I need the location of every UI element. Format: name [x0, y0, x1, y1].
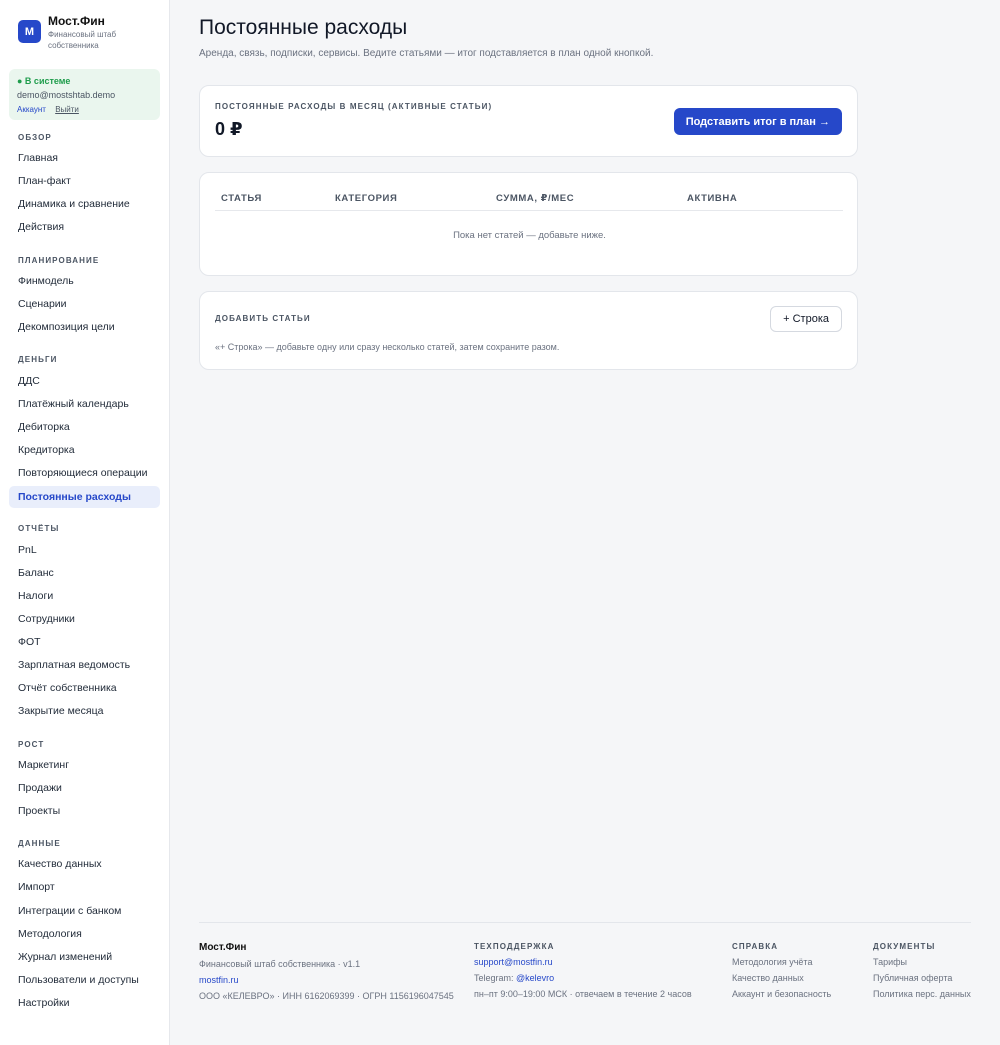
- footer-support-title: Техподдержка: [474, 942, 555, 951]
- add-items-hint: «+ Строка» — добавьте одну или сразу нес…: [215, 342, 560, 352]
- sidebar-item-marketing[interactable]: Маркетинг: [9, 754, 160, 776]
- footer-link-privacy-policy[interactable]: Политика перс. данных: [873, 989, 971, 1000]
- column-header-category[interactable]: Категория: [335, 193, 397, 204]
- sidebar-item-taxes[interactable]: Налоги: [9, 585, 160, 607]
- empty-state-message: Пока нет статей — добавьте ниже.: [453, 230, 606, 241]
- sidebar-item-payroll-sheet[interactable]: Зарплатная ведомость: [9, 654, 160, 676]
- nav-section-growth: Рост: [18, 740, 45, 749]
- footer-divider: [199, 922, 971, 923]
- support-hours: пн–пт 9:00–19:00 МСК · отвечаем в течени…: [474, 989, 692, 999]
- session-status: ● В системе: [17, 76, 71, 86]
- sidebar-item-dynamics[interactable]: Динамика и сравнение: [9, 193, 160, 215]
- footer-site-link[interactable]: mostfin.ru: [199, 975, 454, 986]
- sidebar-item-methodology[interactable]: Методология: [9, 923, 160, 945]
- page-title: Постоянные расходы: [199, 16, 408, 39]
- footer-brand-name: Мост.Фин: [199, 942, 247, 953]
- sidebar-item-bank-integrations[interactable]: Интеграции с банком: [9, 900, 160, 922]
- sidebar-item-month-close[interactable]: Закрытие месяца: [9, 700, 160, 722]
- footer-link-methodology[interactable]: Методология учёта: [732, 957, 831, 968]
- footer-docs-column: Документы Тарифы Публичная оферта Полити…: [873, 942, 971, 1000]
- add-row-button[interactable]: + Строка: [770, 306, 842, 332]
- sidebar-item-scenarios[interactable]: Сценарии: [9, 293, 160, 315]
- sidebar-item-goal-decomposition[interactable]: Декомпозиция цели: [9, 316, 160, 338]
- sidebar-item-pnl[interactable]: PnL: [9, 539, 160, 561]
- nav-section-overview: Обзор: [18, 133, 52, 142]
- sidebar: М Мост.Фин Финансовый штаб собственника …: [0, 0, 170, 1045]
- sidebar-item-data-quality[interactable]: Качество данных: [9, 853, 160, 875]
- apply-to-plan-button[interactable]: Подставить итог в план →: [673, 108, 842, 135]
- sidebar-item-owner-report[interactable]: Отчёт собственника: [9, 677, 160, 699]
- table-header: Статья Категория Сумма, ₽/мес Активна: [215, 193, 843, 211]
- sidebar-item-employees[interactable]: Сотрудники: [9, 608, 160, 630]
- session-email: demo@mostshtab.demo: [17, 90, 116, 100]
- sidebar-item-actions[interactable]: Действия: [9, 216, 160, 238]
- brand[interactable]: М Мост.Фин Финансовый штаб собственника: [18, 14, 138, 51]
- sidebar-item-finmodel[interactable]: Финмодель: [9, 270, 160, 292]
- sidebar-item-changelog[interactable]: Журнал изменений: [9, 946, 160, 968]
- sidebar-item-home[interactable]: Главная: [9, 147, 160, 169]
- footer-help-column: Справка Методология учёта Качество данны…: [732, 942, 831, 1000]
- footer-link-data-quality[interactable]: Качество данных: [732, 973, 831, 984]
- sidebar-item-payment-calendar[interactable]: Платёжный календарь: [9, 393, 160, 415]
- sidebar-item-balance[interactable]: Баланс: [9, 562, 160, 584]
- column-header-item[interactable]: Статья: [221, 193, 262, 204]
- sidebar-item-fixed-expenses[interactable]: Постоянные расходы: [9, 486, 160, 508]
- sidebar-item-payables[interactable]: Кредиторка: [9, 439, 160, 461]
- footer-docs-title: Документы: [873, 942, 936, 951]
- page-subtitle: Аренда, связь, подписки, сервисы. Ведите…: [199, 48, 654, 59]
- nav-section-planning: Планирование: [18, 256, 100, 265]
- nav-section-data: Данные: [18, 839, 61, 848]
- expenses-table-card: Статья Категория Сумма, ₽/мес Активна По…: [199, 172, 858, 276]
- footer-support-column: Техподдержка support@mostfin.ru Telegram…: [474, 942, 692, 1000]
- footer-help-title: Справка: [732, 942, 779, 951]
- add-items-label: Добавить статьи: [215, 314, 311, 323]
- telegram-label: Telegram:: [474, 973, 514, 983]
- summary-label: Постоянные расходы в месяц (активные ста…: [215, 102, 493, 111]
- support-email-link[interactable]: support@mostfin.ru: [474, 957, 692, 968]
- brand-subtitle: Финансовый штаб собственника: [48, 30, 117, 50]
- sidebar-item-users-access[interactable]: Пользователи и доступы: [9, 969, 160, 991]
- sidebar-item-settings[interactable]: Настройки: [9, 992, 160, 1014]
- support-telegram: Telegram: @kelevro: [474, 973, 692, 984]
- sidebar-item-cashflow[interactable]: ДДС: [9, 370, 160, 392]
- sidebar-item-receivables[interactable]: Дебиторка: [9, 416, 160, 438]
- footer-link-account-security[interactable]: Аккаунт и безопасность: [732, 989, 831, 1000]
- sidebar-item-sales[interactable]: Продажи: [9, 777, 160, 799]
- sidebar-item-plan-fact[interactable]: План-факт: [9, 170, 160, 192]
- footer-tagline: Финансовый штаб собственника · v1.1: [199, 959, 361, 969]
- footer-brand-column: Мост.Фин Финансовый штаб собственника · …: [199, 942, 454, 1002]
- nav-section-money: Деньги: [18, 355, 58, 364]
- account-link[interactable]: Аккаунт: [17, 105, 46, 114]
- brand-name: Мост.Фин: [48, 14, 105, 28]
- sidebar-item-projects[interactable]: Проекты: [9, 800, 160, 822]
- telegram-handle-link[interactable]: @kelevro: [516, 973, 554, 983]
- add-items-card: Добавить статьи + Строка «+ Строка» — до…: [199, 291, 858, 370]
- column-header-active[interactable]: Активна: [687, 193, 737, 204]
- footer-link-pricing[interactable]: Тарифы: [873, 957, 971, 968]
- total-value: 0 ₽: [215, 119, 243, 139]
- column-header-amount[interactable]: Сумма, ₽/мес: [496, 193, 574, 204]
- summary-card: Постоянные расходы в месяц (активные ста…: [199, 85, 858, 157]
- brand-logo: М: [18, 20, 41, 43]
- nav-section-reports: Отчёты: [18, 524, 60, 533]
- session-panel: ● В системе demo@mostshtab.demo Аккаунт …: [9, 69, 160, 120]
- footer-link-public-offer[interactable]: Публичная оферта: [873, 973, 971, 984]
- sidebar-item-import[interactable]: Импорт: [9, 876, 160, 898]
- sidebar-item-payroll-fund[interactable]: ФОТ: [9, 631, 160, 653]
- sidebar-item-recurring-operations[interactable]: Повторяющиеся операции: [9, 462, 160, 484]
- footer-legal-info: ООО «КЕЛЕВРО» · ИНН 6162069399 · ОГРН 11…: [199, 991, 454, 1001]
- logout-link[interactable]: Выйти: [55, 105, 79, 114]
